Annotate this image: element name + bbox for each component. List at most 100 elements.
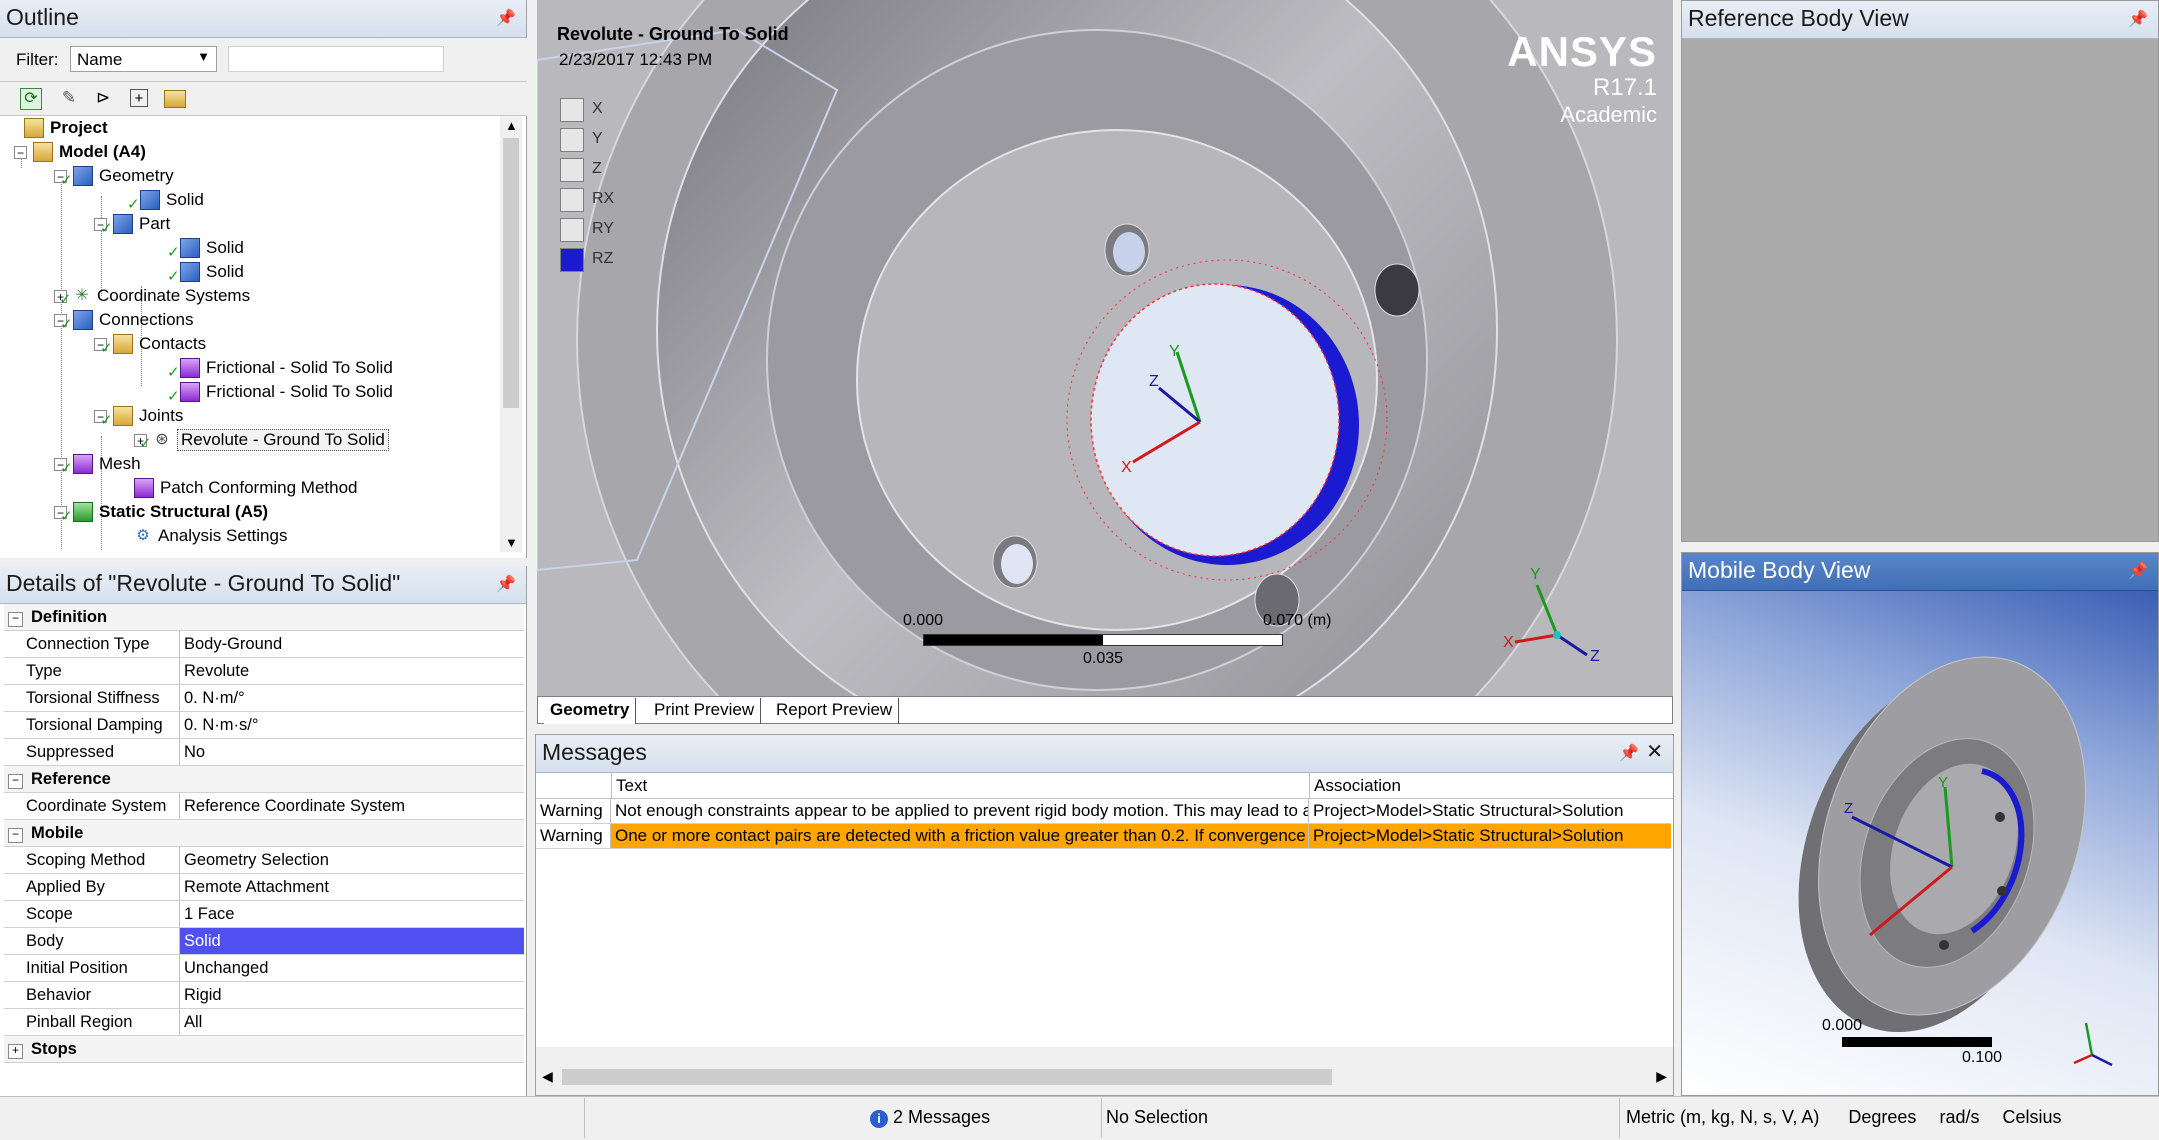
pin-icon[interactable]: 📌 bbox=[1619, 743, 1639, 763]
tree-item-revolute-joint[interactable]: + ✓ ⊛ Revolute - Ground To Solid bbox=[134, 428, 389, 452]
tree-item-connections[interactable]: − ✓ Connections bbox=[54, 308, 194, 333]
contact-region-icon: ✓ bbox=[167, 358, 200, 381]
collapse-icon[interactable]: − bbox=[14, 145, 27, 159]
contact-region-icon: ✓ bbox=[167, 382, 200, 405]
details-key: Applied By bbox=[4, 874, 180, 900]
scroll-right-icon[interactable]: ▶ bbox=[1656, 1068, 1667, 1085]
details-value[interactable]: Geometry Selection bbox=[180, 847, 524, 873]
tree-item-patch-conforming[interactable]: Patch Conforming Method bbox=[134, 476, 358, 500]
details-row[interactable]: Torsional Stiffness 0. N·m/° bbox=[4, 685, 524, 712]
tree-item-contacts[interactable]: − ✓ Contacts bbox=[94, 332, 206, 357]
tree-item-contact[interactable]: ✓ Frictional - Solid To Solid bbox=[167, 380, 393, 405]
details-row[interactable]: Type Revolute bbox=[4, 658, 524, 685]
filter-select[interactable]: Name ▼ bbox=[70, 46, 217, 72]
details-value[interactable]: 1 Face bbox=[180, 901, 524, 927]
details-section-definition[interactable]: − Definition bbox=[4, 604, 524, 631]
details-row[interactable]: Initial Position Unchanged bbox=[4, 955, 524, 982]
details-row[interactable]: Scoping Method Geometry Selection bbox=[4, 847, 524, 874]
status-units[interactable]: Metric (m, kg, N, s, V, A) Degrees rad/s… bbox=[1620, 1098, 2159, 1138]
units-temperature[interactable]: Celsius bbox=[2003, 1107, 2062, 1127]
messages-hscrollbar[interactable]: ◀ ▶ bbox=[536, 1065, 1673, 1089]
tree-item-coordinate-systems[interactable]: + ✓ ✳ Coordinate Systems bbox=[54, 284, 250, 308]
refresh-icon[interactable]: ⟳ bbox=[20, 88, 42, 110]
details-row[interactable]: Torsional Damping 0. N·m·s/° bbox=[4, 712, 524, 739]
outline-title: Outline bbox=[6, 4, 79, 30]
close-icon[interactable]: ✕ bbox=[1646, 739, 1663, 764]
details-row[interactable]: Scope 1 Face bbox=[4, 901, 524, 928]
details-value[interactable]: All bbox=[180, 1009, 524, 1035]
status-messages[interactable]: i 2 Messages bbox=[864, 1098, 1102, 1138]
tab-geometry[interactable]: Geometry bbox=[544, 698, 637, 724]
pin-icon[interactable]: 📌 bbox=[2128, 561, 2148, 581]
details-value[interactable]: No bbox=[180, 739, 524, 765]
details-row[interactable]: Coordinate System Reference Coordinate Sy… bbox=[4, 793, 524, 820]
details-value[interactable]: 0. N·m·s/° bbox=[180, 712, 524, 738]
status-selection: No Selection bbox=[1100, 1098, 1620, 1138]
scroll-up-icon[interactable]: ▲ bbox=[505, 118, 518, 133]
pin-icon[interactable]: 📌 bbox=[496, 574, 516, 594]
col-text-header[interactable]: Text bbox=[616, 776, 647, 796]
chevron-down-icon: ▼ bbox=[197, 49, 210, 64]
details-section-stops[interactable]: + Stops bbox=[4, 1036, 524, 1063]
tab-report-preview[interactable]: Report Preview bbox=[770, 698, 900, 724]
pin-icon[interactable]: 📌 bbox=[2128, 9, 2148, 29]
details-value[interactable]: Body-Ground bbox=[180, 631, 524, 657]
collapse-icon[interactable]: − bbox=[8, 828, 23, 843]
scroll-down-icon[interactable]: ▼ bbox=[505, 535, 518, 550]
expand-branch-icon[interactable]: ⊳ bbox=[92, 88, 114, 110]
geometry-icon: ✓ bbox=[60, 166, 93, 189]
details-value[interactable]: Rigid bbox=[180, 982, 524, 1008]
message-row[interactable]: Warning One or more contact pairs are de… bbox=[536, 824, 1671, 849]
folder-icon[interactable] bbox=[164, 90, 186, 108]
details-value[interactable]: 0. N·m/° bbox=[180, 685, 524, 711]
clear-icon[interactable]: ✎ bbox=[58, 88, 80, 110]
pin-icon[interactable]: 📌 bbox=[496, 8, 516, 28]
message-row[interactable]: Warning Not enough constraints appear to … bbox=[536, 799, 1671, 824]
tree-item-solid[interactable]: ✓ Solid bbox=[167, 260, 244, 285]
expand-icon[interactable]: + bbox=[8, 1044, 23, 1059]
tree-item-contact[interactable]: ✓ Frictional - Solid To Solid bbox=[167, 356, 393, 381]
tree-item-label: Solid bbox=[166, 190, 204, 209]
scroll-thumb[interactable] bbox=[503, 138, 519, 408]
mesh-method-icon bbox=[134, 478, 154, 498]
details-value[interactable]: Remote Attachment bbox=[180, 874, 524, 900]
details-value[interactable]: Solid bbox=[180, 928, 524, 954]
tree-item-project[interactable]: Project bbox=[24, 116, 108, 140]
expand-all-icon[interactable]: + bbox=[130, 89, 148, 107]
details-value[interactable]: Unchanged bbox=[180, 955, 524, 981]
details-row[interactable]: Pinball Region All bbox=[4, 1009, 524, 1036]
details-row[interactable]: Behavior Rigid bbox=[4, 982, 524, 1009]
units-angular-velocity[interactable]: rad/s bbox=[1939, 1107, 1979, 1127]
tree-item-mesh[interactable]: − ✓ Mesh bbox=[54, 452, 141, 477]
tab-print-preview[interactable]: Print Preview bbox=[648, 698, 762, 724]
units-angle[interactable]: Degrees bbox=[1848, 1107, 1916, 1127]
details-row[interactable]: Suppressed No bbox=[4, 739, 524, 766]
col-association-header[interactable]: Association bbox=[1314, 776, 1401, 796]
collapse-icon[interactable]: − bbox=[8, 774, 23, 789]
tree-item-solid[interactable]: ✓ Solid bbox=[127, 188, 204, 213]
collapse-icon[interactable]: − bbox=[8, 612, 23, 627]
details-value[interactable]: Revolute bbox=[180, 658, 524, 684]
filter-search-input[interactable] bbox=[228, 46, 444, 72]
details-section-mobile[interactable]: − Mobile bbox=[4, 820, 524, 847]
outline-scrollbar[interactable]: ▲ ▼ bbox=[500, 116, 522, 552]
tree-item-geometry[interactable]: − ✓ Geometry bbox=[54, 164, 174, 189]
tree-item-solid[interactable]: ✓ Solid bbox=[167, 236, 244, 261]
tree-item-model[interactable]: − Model (A4) bbox=[14, 140, 146, 164]
graphics-viewport[interactable]: Y Z X Revolute - Ground To Solid 2/23/20… bbox=[537, 0, 1673, 696]
units-system[interactable]: Metric (m, kg, N, s, V, A) bbox=[1626, 1107, 1819, 1127]
details-section-reference[interactable]: − Reference bbox=[4, 766, 524, 793]
details-row[interactable]: Body Solid bbox=[4, 928, 524, 955]
tree-item-joints[interactable]: − ✓ Joints bbox=[94, 404, 183, 429]
details-key: Connection Type bbox=[4, 631, 180, 657]
tree-item-static-structural[interactable]: − ✓ Static Structural (A5) bbox=[54, 500, 268, 525]
details-value[interactable]: Reference Coordinate System bbox=[180, 793, 524, 819]
tree-item-part[interactable]: − ✓ Part bbox=[94, 212, 170, 237]
solid-body-icon: ✓ bbox=[167, 262, 200, 285]
scroll-thumb[interactable] bbox=[562, 1069, 1332, 1085]
dof-x-label: X bbox=[592, 100, 603, 117]
details-row[interactable]: Connection Type Body-Ground bbox=[4, 631, 524, 658]
scroll-left-icon[interactable]: ◀ bbox=[542, 1068, 553, 1085]
tree-item-analysis-settings[interactable]: ⚙ Analysis Settings bbox=[134, 524, 287, 548]
details-row[interactable]: Applied By Remote Attachment bbox=[4, 874, 524, 901]
